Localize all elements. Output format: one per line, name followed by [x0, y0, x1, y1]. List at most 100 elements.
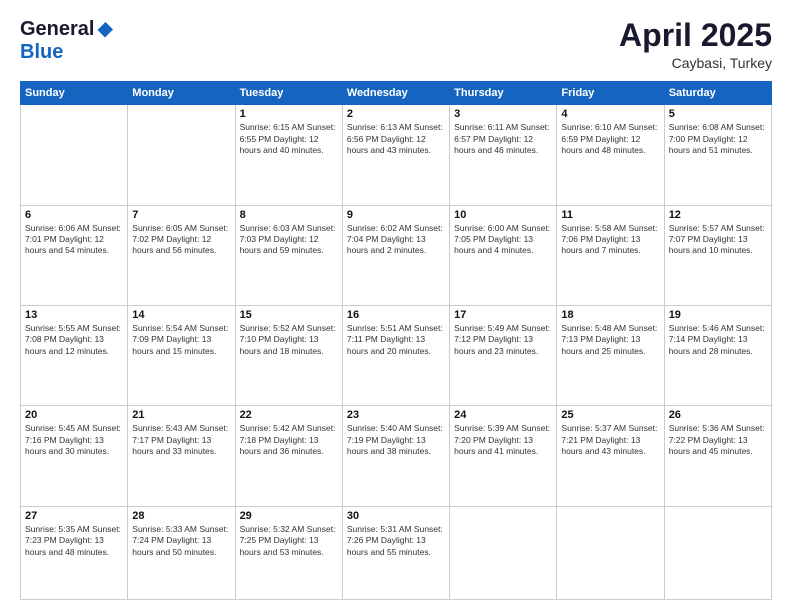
title-location: Caybasi, Turkey	[619, 55, 772, 71]
table-row: 5 Sunrise: 6:08 AM Sunset: 7:00 PM Daylig…	[664, 105, 771, 205]
logo-text: General	[20, 18, 114, 41]
day-info: Sunrise: 5:46 AM Sunset: 7:14 PM Dayligh…	[669, 323, 767, 357]
table-row: 12 Sunrise: 5:57 AM Sunset: 7:07 PM Dayli…	[664, 205, 771, 305]
day-number: 25	[561, 409, 659, 421]
day-info: Sunrise: 5:57 AM Sunset: 7:07 PM Dayligh…	[669, 223, 767, 257]
day-number: 27	[25, 510, 123, 522]
table-row: 18 Sunrise: 5:48 AM Sunset: 7:13 PM Dayli…	[557, 305, 664, 405]
logo-general: General	[20, 18, 94, 41]
table-row: 22 Sunrise: 5:42 AM Sunset: 7:18 PM Dayli…	[235, 406, 342, 506]
header-sunday: Sunday	[21, 82, 128, 105]
table-row: 2 Sunrise: 6:13 AM Sunset: 6:56 PM Daylig…	[342, 105, 449, 205]
day-info: Sunrise: 5:37 AM Sunset: 7:21 PM Dayligh…	[561, 423, 659, 457]
table-row: 25 Sunrise: 5:37 AM Sunset: 7:21 PM Dayli…	[557, 406, 664, 506]
day-number: 7	[132, 209, 230, 221]
day-info: Sunrise: 6:13 AM Sunset: 6:56 PM Dayligh…	[347, 122, 445, 156]
day-number: 11	[561, 209, 659, 221]
day-number: 3	[454, 108, 552, 120]
logo-icon	[96, 21, 114, 39]
day-number: 8	[240, 209, 338, 221]
calendar-header-row: Sunday Monday Tuesday Wednesday Thursday…	[21, 82, 772, 105]
table-row: 29Sunrise: 5:32 AM Sunset: 7:25 PM Dayli…	[235, 506, 342, 599]
table-row: 17Sunrise: 5:49 AM Sunset: 7:12 PM Dayli…	[450, 305, 557, 405]
day-info: Sunrise: 5:40 AM Sunset: 7:19 PM Dayligh…	[347, 423, 445, 457]
table-row: 30 Sunrise: 5:31 AM Sunset: 7:26 PM Dayli…	[342, 506, 449, 599]
table-row: 28Sunrise: 5:33 AM Sunset: 7:24 PM Dayli…	[128, 506, 235, 599]
table-row: 3Sunrise: 6:11 AM Sunset: 6:57 PM Daylig…	[450, 105, 557, 205]
table-row: 11 Sunrise: 5:58 AM Sunset: 7:06 PM Dayli…	[557, 205, 664, 305]
day-info: Sunrise: 5:42 AM Sunset: 7:18 PM Dayligh…	[240, 423, 338, 457]
day-number: 4	[561, 108, 659, 120]
table-row	[557, 506, 664, 599]
day-info: Sunrise: 5:54 AM Sunset: 7:09 PM Dayligh…	[132, 323, 230, 357]
page: General Blue April 2025 Caybasi, Turkey …	[0, 0, 792, 612]
calendar-table: Sunday Monday Tuesday Wednesday Thursday…	[20, 81, 772, 600]
table-row: 21 Sunrise: 5:43 AM Sunset: 7:17 PM Dayli…	[128, 406, 235, 506]
day-number: 15	[240, 309, 338, 321]
header-tuesday: Tuesday	[235, 82, 342, 105]
day-number: 9	[347, 209, 445, 221]
table-row	[21, 105, 128, 205]
day-number: 24	[454, 409, 552, 421]
day-number: 26	[669, 409, 767, 421]
day-number: 16	[347, 309, 445, 321]
table-row: 13Sunrise: 5:55 AM Sunset: 7:08 PM Dayli…	[21, 305, 128, 405]
title-month: April 2025	[619, 18, 772, 53]
table-row: 27 Sunrise: 5:35 AM Sunset: 7:23 PM Dayli…	[21, 506, 128, 599]
day-info: Sunrise: 6:03 AM Sunset: 7:03 PM Dayligh…	[240, 223, 338, 257]
day-info: Sunrise: 6:06 AM Sunset: 7:01 PM Dayligh…	[25, 223, 123, 257]
day-number: 1	[240, 108, 338, 120]
day-info: Sunrise: 5:43 AM Sunset: 7:17 PM Dayligh…	[132, 423, 230, 457]
day-info: Sunrise: 5:35 AM Sunset: 7:23 PM Dayligh…	[25, 524, 123, 558]
table-row: 15 Sunrise: 5:52 AM Sunset: 7:10 PM Dayli…	[235, 305, 342, 405]
header: General Blue April 2025 Caybasi, Turkey	[20, 18, 772, 71]
day-info: Sunrise: 5:45 AM Sunset: 7:16 PM Dayligh…	[25, 423, 123, 457]
logo: General Blue	[20, 18, 114, 64]
table-row: 24 Sunrise: 5:39 AM Sunset: 7:20 PM Dayli…	[450, 406, 557, 506]
day-number: 22	[240, 409, 338, 421]
day-info: Sunrise: 5:48 AM Sunset: 7:13 PM Dayligh…	[561, 323, 659, 357]
day-number: 18	[561, 309, 659, 321]
table-row: 10 Sunrise: 6:00 AM Sunset: 7:05 PM Dayli…	[450, 205, 557, 305]
day-info: Sunrise: 5:52 AM Sunset: 7:10 PM Dayligh…	[240, 323, 338, 357]
table-row: 7 Sunrise: 6:05 AM Sunset: 7:02 PM Daylig…	[128, 205, 235, 305]
day-info: Sunrise: 5:58 AM Sunset: 7:06 PM Dayligh…	[561, 223, 659, 257]
day-info: Sunrise: 5:39 AM Sunset: 7:20 PM Dayligh…	[454, 423, 552, 457]
day-info: Sunrise: 6:00 AM Sunset: 7:05 PM Dayligh…	[454, 223, 552, 257]
day-info: Sunrise: 6:15 AM Sunset: 6:55 PM Dayligh…	[240, 122, 338, 156]
table-row: 23 Sunrise: 5:40 AM Sunset: 7:19 PM Dayli…	[342, 406, 449, 506]
day-number: 17	[454, 309, 552, 321]
day-info: Sunrise: 5:55 AM Sunset: 7:08 PM Dayligh…	[25, 323, 123, 357]
table-row	[128, 105, 235, 205]
day-number: 23	[347, 409, 445, 421]
table-row: 9 Sunrise: 6:02 AM Sunset: 7:04 PM Daylig…	[342, 205, 449, 305]
day-number: 2	[347, 108, 445, 120]
table-row	[664, 506, 771, 599]
day-number: 29	[240, 510, 338, 522]
table-row: 14Sunrise: 5:54 AM Sunset: 7:09 PM Dayli…	[128, 305, 235, 405]
day-number: 12	[669, 209, 767, 221]
day-number: 30	[347, 510, 445, 522]
day-number: 21	[132, 409, 230, 421]
title-block: April 2025 Caybasi, Turkey	[619, 18, 772, 71]
day-info: Sunrise: 5:33 AM Sunset: 7:24 PM Dayligh…	[132, 524, 230, 558]
logo-blue: Blue	[20, 41, 63, 63]
table-row: 20 Sunrise: 5:45 AM Sunset: 7:16 PM Dayli…	[21, 406, 128, 506]
day-info: Sunrise: 6:10 AM Sunset: 6:59 PM Dayligh…	[561, 122, 659, 156]
header-wednesday: Wednesday	[342, 82, 449, 105]
day-info: Sunrise: 6:02 AM Sunset: 7:04 PM Dayligh…	[347, 223, 445, 257]
day-number: 20	[25, 409, 123, 421]
day-info: Sunrise: 6:05 AM Sunset: 7:02 PM Dayligh…	[132, 223, 230, 257]
table-row: 1 Sunrise: 6:15 AM Sunset: 6:55 PM Daylig…	[235, 105, 342, 205]
day-number: 5	[669, 108, 767, 120]
table-row: 16Sunrise: 5:51 AM Sunset: 7:11 PM Dayli…	[342, 305, 449, 405]
day-info: Sunrise: 6:08 AM Sunset: 7:00 PM Dayligh…	[669, 122, 767, 156]
table-row: 4 Sunrise: 6:10 AM Sunset: 6:59 PM Daylig…	[557, 105, 664, 205]
day-info: Sunrise: 5:36 AM Sunset: 7:22 PM Dayligh…	[669, 423, 767, 457]
header-thursday: Thursday	[450, 82, 557, 105]
table-row	[450, 506, 557, 599]
table-row: 19Sunrise: 5:46 AM Sunset: 7:14 PM Dayli…	[664, 305, 771, 405]
table-row: 26 Sunrise: 5:36 AM Sunset: 7:22 PM Dayli…	[664, 406, 771, 506]
day-info: Sunrise: 5:31 AM Sunset: 7:26 PM Dayligh…	[347, 524, 445, 558]
day-number: 10	[454, 209, 552, 221]
